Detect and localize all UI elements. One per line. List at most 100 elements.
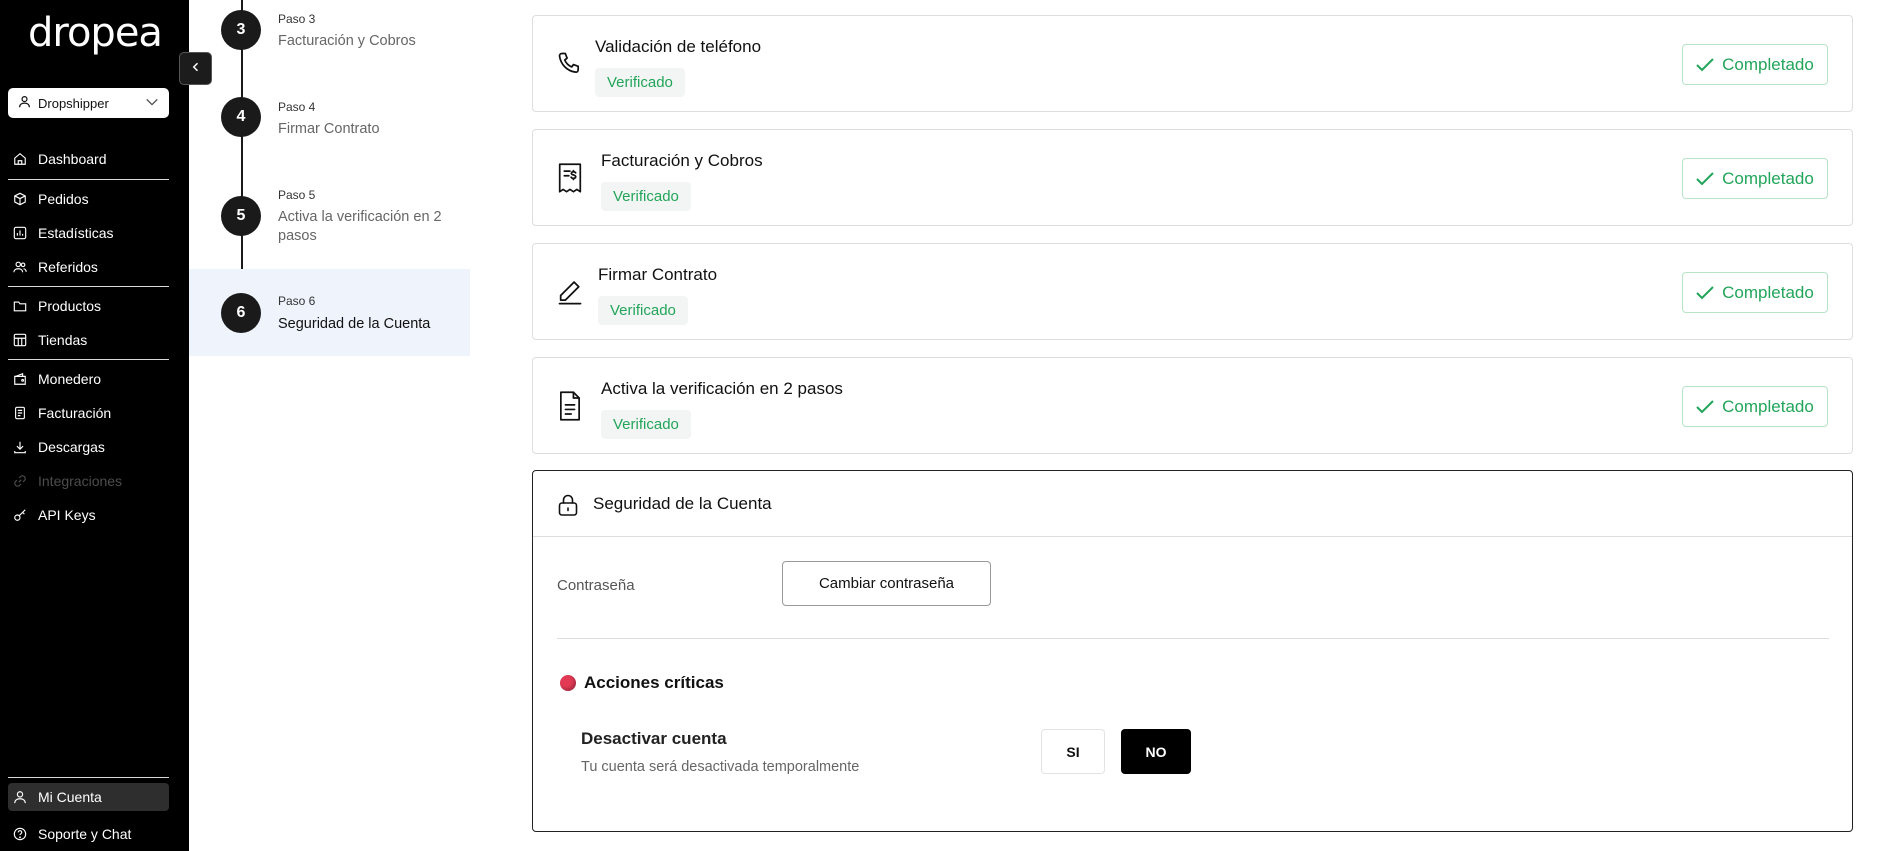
nav-divider [8, 179, 169, 180]
pen-icon [555, 276, 585, 308]
completed-label: Completado [1722, 54, 1814, 74]
card-title: Firmar Contrato [598, 265, 718, 284]
completed-button[interactable]: Completado [1682, 158, 1828, 199]
sidebar-item-label: Monedero [38, 371, 102, 387]
sidebar-item-estadisticas[interactable]: Estadísticas [12, 220, 170, 246]
status-badge: Verificado [601, 410, 691, 439]
folder-icon [12, 298, 28, 314]
key-icon [12, 507, 28, 523]
step-4[interactable]: 4 Paso 4 Firmar Contrato [189, 88, 470, 148]
security-header: Seguridad de la Cuenta [533, 471, 1852, 537]
sidebar-item-soporte[interactable]: Soporte y Chat [12, 821, 170, 847]
account-security-panel: Seguridad de la Cuenta Contraseña Cambia… [532, 470, 1853, 832]
step-title: Seguridad de la Cuenta [278, 316, 431, 332]
step-label: Paso 5 [278, 188, 316, 202]
check-icon [1696, 57, 1714, 72]
completed-button[interactable]: Completado [1682, 44, 1828, 85]
step-title: Firmar Contrato [278, 121, 380, 137]
password-label: Contraseña [557, 577, 635, 594]
step-number: 3 [221, 10, 261, 50]
deactivate-account-description: Tu cuenta será desactivada temporalmente [581, 759, 860, 775]
role-selector-value: Dropshipper [38, 95, 109, 111]
sidebar-item-label: Facturación [38, 405, 112, 421]
sidebar-item-productos[interactable]: Productos [12, 293, 170, 319]
help-icon [12, 826, 28, 842]
step-label: Paso 4 [278, 100, 316, 114]
security-title: Seguridad de la Cuenta [593, 494, 772, 513]
check-icon [1696, 171, 1714, 186]
sidebar-item-label: Estadísticas [38, 225, 114, 241]
sidebar-item-mi-cuenta[interactable]: Mi Cuenta [8, 783, 169, 811]
sidebar-item-descargas[interactable]: Descargas [12, 434, 170, 460]
step-number: 4 [221, 97, 261, 137]
sidebar-item-label: Referidos [38, 259, 98, 275]
step-title: Activa la verificación en 2 pasos [278, 209, 442, 244]
sidebar-item-monedero[interactable]: Monedero [12, 366, 170, 392]
step-number: 6 [221, 293, 261, 333]
card-title: Facturación y Cobros [601, 151, 763, 170]
nav-divider [8, 286, 169, 287]
verification-card-contrato: Firmar Contrato Verificado Completado [532, 243, 1853, 340]
status-badge: Verificado [595, 68, 685, 97]
step-label: Paso 3 [278, 12, 316, 26]
store-icon [12, 332, 28, 348]
onboarding-steps: 3 Paso 3 Facturación y Cobros 4 Paso 4 F… [189, 0, 470, 851]
sidebar-item-label: Productos [38, 298, 102, 314]
link-icon [12, 473, 28, 489]
download-icon [12, 439, 28, 455]
sidebar-item-label: Soporte y Chat [38, 826, 132, 842]
sidebar-item-label: Dashboard [38, 151, 107, 167]
phone-icon [555, 48, 585, 80]
sidebar-item-api-keys[interactable]: API Keys [12, 502, 170, 528]
critical-actions-title: Acciones críticas [584, 673, 724, 692]
receipt-icon [555, 162, 585, 194]
logo-text: dropea [28, 10, 160, 56]
sidebar-item-dashboard[interactable]: Dashboard [12, 146, 170, 172]
step-5[interactable]: 5 Paso 5 Activa la verificación en 2 pas… [189, 176, 470, 246]
box-icon [12, 191, 28, 207]
completed-label: Completado [1722, 396, 1814, 416]
completed-label: Completado [1722, 168, 1814, 188]
deactivate-no-button[interactable]: NO [1121, 729, 1191, 774]
verification-card-facturacion: Facturación y Cobros Verificado Completa… [532, 129, 1853, 226]
sidebar-item-label: Integraciones [38, 473, 123, 489]
users-icon [12, 259, 28, 275]
step-6[interactable]: 6 Paso 6 Seguridad de la Cuenta [189, 269, 470, 356]
home-icon [12, 151, 28, 167]
step-number: 5 [221, 196, 261, 236]
collapse-sidebar-button[interactable] [179, 52, 212, 85]
sidebar-item-referidos[interactable]: Referidos [12, 254, 170, 280]
sidebar-item-label: Pedidos [38, 191, 89, 207]
sidebar-item-label: Mi Cuenta [38, 789, 102, 805]
sidebar-item-tiendas[interactable]: Tiendas [12, 327, 170, 353]
user-icon [12, 789, 28, 805]
completed-label: Completado [1722, 282, 1814, 302]
sidebar: dropea Dropshipper Dashboard Pedidos Est… [0, 0, 189, 851]
status-badge: Verificado [601, 182, 691, 211]
wallet-icon [12, 371, 28, 387]
deactivate-account-title: Desactivar cuenta [581, 729, 727, 748]
sidebar-item-label: API Keys [38, 507, 96, 523]
step-3[interactable]: 3 Paso 3 Facturación y Cobros [189, 0, 470, 60]
check-icon [1696, 285, 1714, 300]
user-icon [18, 95, 31, 111]
sidebar-item-pedidos[interactable]: Pedidos [12, 186, 170, 212]
critical-indicator-icon [560, 675, 576, 691]
dropea-logo[interactable]: dropea [28, 10, 163, 58]
change-password-button[interactable]: Cambiar contraseña [782, 561, 991, 606]
verification-card-2fa: Activa la verificación en 2 pasos Verifi… [532, 357, 1853, 454]
invoice-icon [12, 405, 28, 421]
check-icon [1696, 399, 1714, 414]
deactivate-yes-button[interactable]: SI [1041, 729, 1105, 774]
role-selector[interactable]: Dropshipper [8, 88, 169, 118]
sidebar-item-facturacion[interactable]: Facturación [12, 400, 170, 426]
document-icon [555, 390, 585, 422]
nav-divider [8, 359, 169, 360]
status-badge: Verificado [598, 296, 688, 325]
nav-divider [8, 777, 169, 778]
card-title: Validación de teléfono [595, 37, 762, 56]
completed-button[interactable]: Completado [1682, 272, 1828, 313]
completed-button[interactable]: Completado [1682, 386, 1828, 427]
card-title: Activa la verificación en 2 pasos [601, 379, 843, 398]
chevron-left-icon [190, 60, 202, 78]
